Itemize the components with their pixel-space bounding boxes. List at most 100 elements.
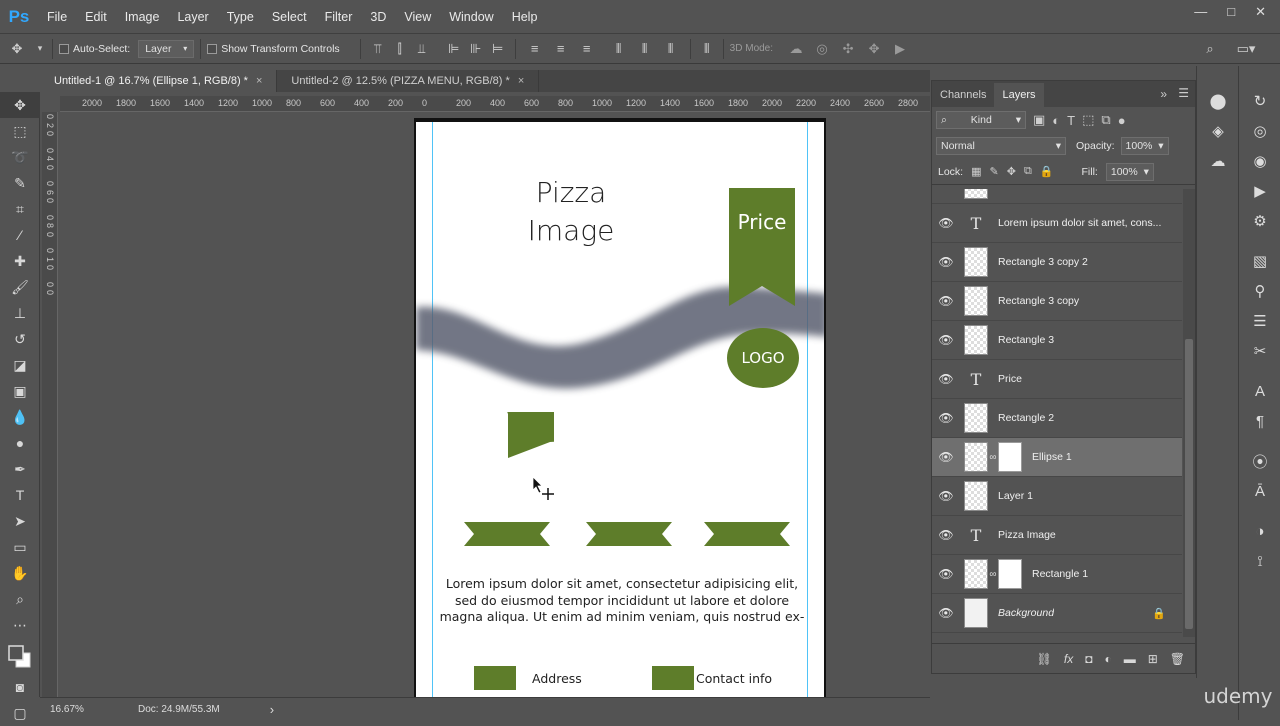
eye-icon[interactable]: 👁 [932,216,960,230]
paragraph-icon[interactable]: ¶ [1239,406,1280,436]
filter-type-icon[interactable]: T [1067,113,1075,128]
lock-artboard-icon[interactable]: ⧉ [1024,165,1032,178]
distribute-hcenter-icon[interactable]: ⦀ [632,41,658,57]
layer-row[interactable]: 👁 Rectangle 3 copy 2 [932,243,1182,282]
dodge-tool-icon[interactable]: ● [0,430,40,456]
logo-circle[interactable]: LOGO [727,328,799,388]
eye-icon[interactable]: 👁 [932,567,960,581]
collapse-panel-icon[interactable]: » [1160,87,1167,101]
canvas-area[interactable]: Pizza Image Price LOGO Lorem ipsum dolor… [60,112,930,697]
layer-row[interactable]: 👁 Rectangle 2 [932,399,1182,438]
eye-icon[interactable]: 👁 [932,189,960,191]
new-layer-icon[interactable]: ⊞ [1148,652,1158,666]
3d-scale-icon[interactable]: ▶ [887,41,913,57]
align-bottom-icon[interactable]: ⫫ [411,41,433,57]
brushes-icon[interactable]: ⚲ [1239,276,1280,306]
tab-untitled-1[interactable]: Untitled-1 @ 16.7% (Ellipse 1, RGB/8) * … [40,70,278,92]
color-panel-icon[interactable]: ⬤ [1197,86,1239,116]
layers-panel-icon[interactable]: ◈ [1197,116,1239,146]
guide-line[interactable] [432,122,433,697]
close-icon[interactable]: × [256,75,262,87]
panel-menu-icon[interactable]: ☰ [1178,86,1189,100]
layer-row[interactable]: 👁 T Lorem ipsum dolor sit amet, cons... [932,204,1182,243]
tab-layers[interactable]: Layers [994,83,1044,107]
align-left-icon[interactable]: ⊫ [443,41,465,57]
scrollbar-thumb[interactable] [1185,339,1193,629]
lock-pixels-icon[interactable]: ✎ [990,165,999,178]
menu-filter[interactable]: Filter [316,10,362,24]
layer-row[interactable]: 👁 T Price [932,360,1182,399]
tab-channels[interactable]: Channels [932,83,994,107]
layer-mask-thumbnail[interactable] [998,559,1022,589]
lock-transparent-icon[interactable]: ▦ [971,165,981,178]
swatches-icon[interactable]: ▧ [1239,246,1280,276]
type-tool-icon[interactable]: T [0,482,40,508]
layer-list-scrollbar[interactable] [1183,189,1195,637]
menu-image[interactable]: Image [116,10,169,24]
more-tools-icon[interactable]: ⋯ [0,612,40,638]
menu-select[interactable]: Select [263,10,316,24]
eyedropper-tool-icon[interactable]: ⁄ [0,222,40,248]
distribute-vcenter-icon[interactable]: ≡ [548,41,574,56]
brush-tool-icon[interactable]: 🖌 [0,274,40,300]
history-brush-tool-icon[interactable]: ↺ [0,326,40,352]
move-tool-icon[interactable]: ✥ [0,41,34,57]
cloud-libraries-icon[interactable]: ☁ [1197,146,1239,176]
blur-tool-icon[interactable]: 💧 [0,404,40,430]
3d-slide-icon[interactable]: ✥ [861,41,887,57]
search-icon[interactable]: ⌕ [1200,41,1220,57]
menu-edit[interactable]: Edit [76,10,116,24]
menu-layer[interactable]: Layer [168,10,217,24]
tab-untitled-2[interactable]: Untitled-2 @ 12.5% (PIZZA MENU, RGB/8) *… [277,70,540,92]
eye-icon[interactable]: 👁 [932,450,960,464]
status-menu-arrow[interactable]: › [270,702,274,717]
history-icon[interactable]: ↻ [1239,86,1280,116]
gradient-tool-icon[interactable]: ▣ [0,378,40,404]
filter-shape-icon[interactable]: ⬚ [1082,112,1094,128]
path-select-tool-icon[interactable]: ➤ [0,508,40,534]
chain-link-icon[interactable]: ∞ [988,569,998,580]
distribute-right-icon[interactable]: ⦀ [658,41,684,57]
auto-select-dropdown[interactable]: Layer ▾ [138,39,195,58]
layer-row[interactable]: 👁 Background 🔒 [932,594,1182,633]
minimize-button[interactable]: — [1194,4,1207,20]
distribute-bottom-icon[interactable]: ≡ [574,41,600,56]
zoom-tool-icon[interactable]: ⌕ [0,586,40,612]
lock-position-icon[interactable]: ✥ [1007,165,1016,178]
trash-icon[interactable]: 🗑 [1170,652,1185,666]
layer-row[interactable]: 👁 Rectangle 3 [932,321,1182,360]
3d-pan-icon[interactable]: ✣ [835,41,861,57]
move-tool-icon[interactable]: ✥ [0,92,40,118]
layer-row[interactable]: 👁 ∞ Rectangle 1 [932,555,1182,594]
stamp-tool-icon[interactable]: ⊥ [0,300,40,326]
ribbon-shape[interactable] [464,522,550,546]
pizza-image-text[interactable]: Pizza Image [506,174,636,250]
eye-icon[interactable]: 👁 [932,372,960,386]
lasso-tool-icon[interactable]: ➰ [0,144,40,170]
character-styles-icon[interactable]: Ā [1239,476,1280,506]
layer-row[interactable]: 👁 Layer 1 [932,477,1182,516]
contact-rectangle[interactable] [652,666,694,690]
eye-icon[interactable]: 👁 [932,294,960,308]
add-mask-icon[interactable]: ◘ [1085,652,1092,666]
3d-roll-icon[interactable]: ◎ [809,41,835,57]
menu-3d[interactable]: 3D [361,10,395,24]
zoom-level[interactable]: 16.67% [40,704,100,715]
lorem-text[interactable]: Lorem ipsum dolor sit amet, consectetur … [436,576,808,626]
properties-icon[interactable]: ⚙ [1239,206,1280,236]
layer-row[interactable]: 👁 ∞ Ellipse 1 [932,438,1182,477]
glyphs-icon[interactable]: ⦿ [1239,446,1280,476]
distribute-left-icon[interactable]: ⦀ [606,41,632,57]
3d-orbit-icon[interactable]: ☁ [783,41,809,57]
filter-smart-object-icon[interactable]: ⧉ [1101,112,1110,128]
crop-tool-icon[interactable]: ⌗ [0,196,40,222]
show-transform-checkbox[interactable] [207,43,218,54]
maximize-button[interactable]: □ [1227,4,1235,20]
menu-type[interactable]: Type [218,10,263,24]
layer-style-fx-icon[interactable]: fx [1064,652,1073,666]
marquee-tool-icon[interactable]: ⬚ [0,118,40,144]
close-button[interactable]: ✕ [1255,4,1266,20]
ribbon-shape[interactable] [586,522,672,546]
layer-mask-thumbnail[interactable] [998,442,1022,472]
new-group-icon[interactable]: ▬ [1124,652,1136,666]
